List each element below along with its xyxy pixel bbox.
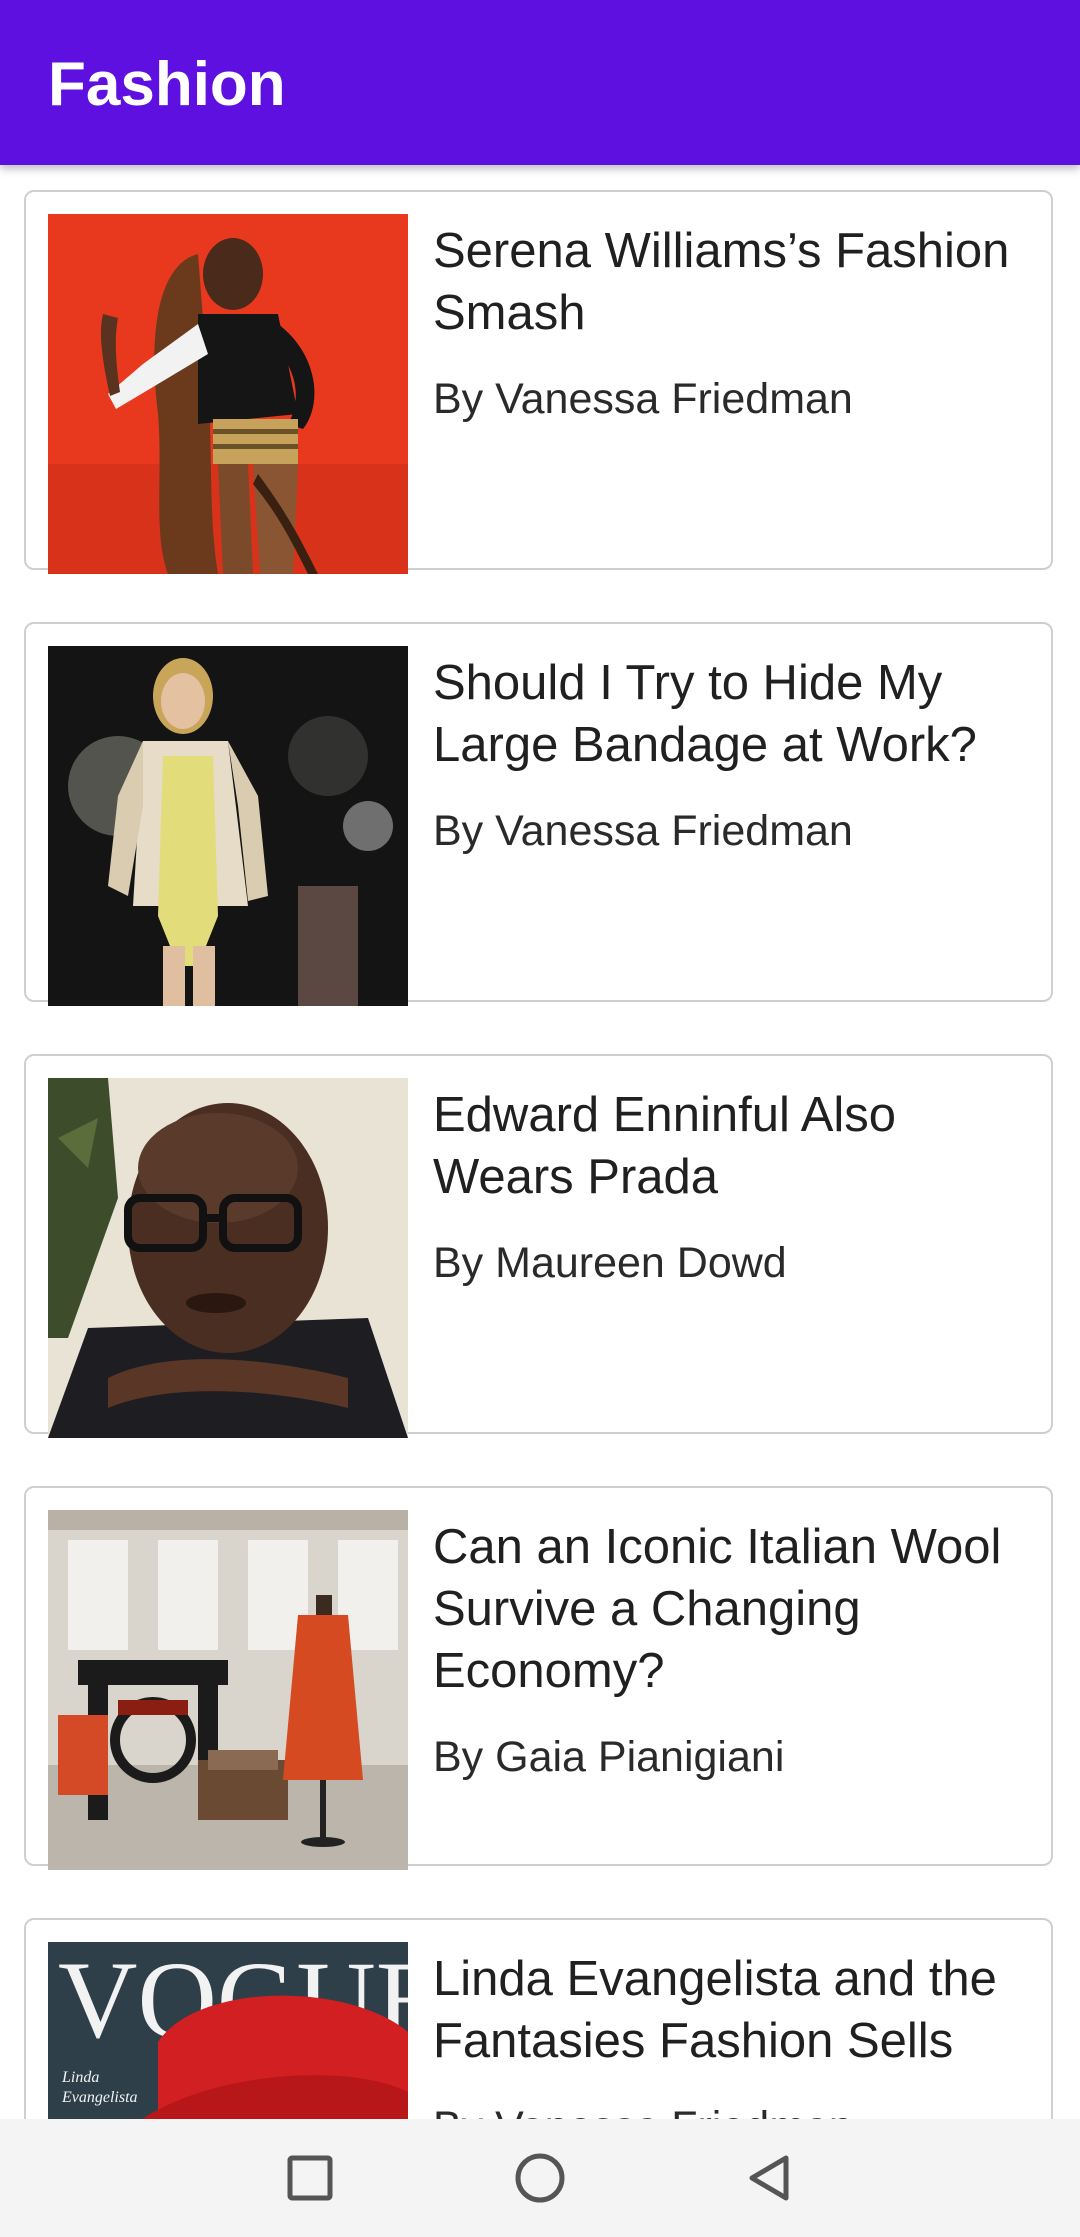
article-list[interactable]: Serena Williams’s Fashion Smash By Vanes… — [0, 165, 1080, 2119]
home-button[interactable] — [500, 2141, 580, 2215]
back-button[interactable] — [730, 2141, 810, 2215]
recents-button[interactable] — [270, 2141, 350, 2215]
article-byline: By Vanessa Friedman — [433, 807, 853, 855]
article-byline: By Vanessa Friedman — [433, 375, 853, 423]
article-thumbnail[interactable] — [48, 1510, 408, 1870]
article-title[interactable]: Linda Evangelista and the Fantasies Fash… — [433, 1948, 1048, 2072]
article-thumbnail[interactable]: VOGUE Linda Evangelista — [48, 1942, 408, 2119]
article-title[interactable]: Edward Enninful Also Wears Prada — [433, 1084, 1048, 1208]
triangle-back-icon — [749, 2155, 789, 2201]
article-byline: By Gaia Pianigiani — [433, 1733, 785, 1781]
article-title[interactable]: Serena Williams’s Fashion Smash — [433, 220, 1048, 344]
article-thumbnail[interactable] — [48, 1078, 408, 1438]
svg-text:Evangelista: Evangelista — [61, 2089, 138, 2106]
article-byline: By Vanessa Friedman — [433, 2100, 853, 2119]
article-card[interactable]: Can an Iconic Italian Wool Survive a Cha… — [24, 1486, 1053, 1870]
article-thumbnail[interactable] — [48, 214, 408, 574]
app-screen: Fashion Serena Williams’s Fashion Smash … — [0, 0, 1080, 2237]
article-title[interactable]: Can an Iconic Italian Wool Survive a Cha… — [433, 1516, 1048, 1702]
square-icon — [287, 2155, 333, 2201]
article-card[interactable]: Edward Enninful Also Wears Prada By Maur… — [24, 1054, 1053, 1438]
article-byline: By Maureen Dowd — [433, 1239, 787, 1287]
svg-text:Linda: Linda — [61, 2069, 99, 2086]
article-title[interactable]: Should I Try to Hide My Large Bandage at… — [433, 652, 1048, 776]
app-bar: Fashion — [0, 0, 1080, 165]
article-card[interactable]: Should I Try to Hide My Large Bandage at… — [24, 622, 1053, 1006]
system-nav-bar — [0, 2119, 1080, 2237]
circle-icon — [515, 2153, 565, 2203]
article-card[interactable]: Serena Williams’s Fashion Smash By Vanes… — [24, 190, 1053, 574]
article-thumbnail[interactable] — [48, 646, 408, 1006]
article-card[interactable]: VOGUE Linda Evangelista Linda Evangelist… — [24, 1918, 1053, 2119]
page-title: Fashion — [48, 50, 286, 119]
